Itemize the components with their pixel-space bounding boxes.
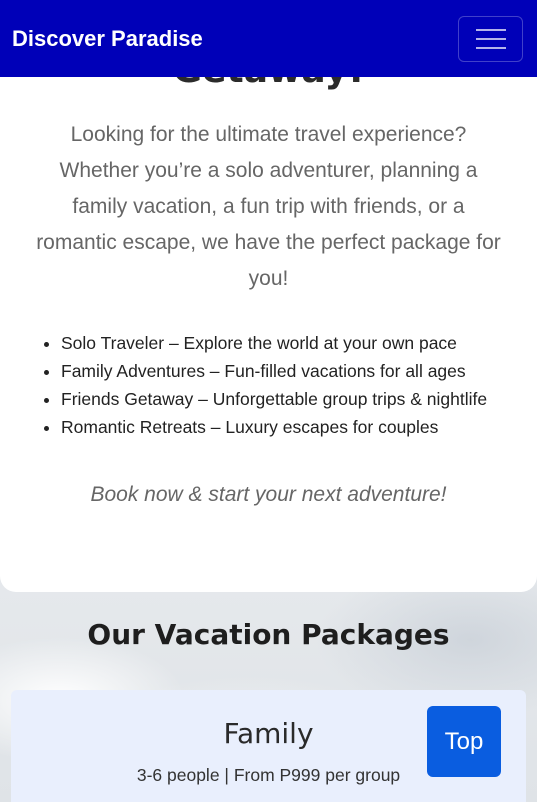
feature-list-item: Solo Traveler – Explore the world at you… (61, 329, 511, 357)
packages-section-title: Our Vacation Packages (87, 618, 450, 651)
scroll-to-top-button[interactable]: Top (427, 706, 501, 777)
feature-list-item: Romantic Retreats – Luxury escapes for c… (61, 413, 511, 441)
hero-card: Getaway! Looking for the ultimate travel… (0, 0, 537, 592)
navbar-toggle-button[interactable] (458, 15, 523, 62)
brand-link[interactable]: Discover Paradise (12, 26, 203, 52)
feature-list-item: Family Adventures – Fun-filled vacations… (61, 357, 511, 385)
call-to-action-text: Book now & start your next adventure! (90, 483, 447, 506)
feature-list: Solo Traveler – Explore the world at you… (61, 329, 511, 441)
feature-list-item: Friends Getaway – Unforgettable group tr… (61, 385, 511, 413)
hero-intro-text: Looking for the ultimate travel experien… (36, 123, 501, 290)
top-navbar: Discover Paradise (0, 0, 537, 77)
